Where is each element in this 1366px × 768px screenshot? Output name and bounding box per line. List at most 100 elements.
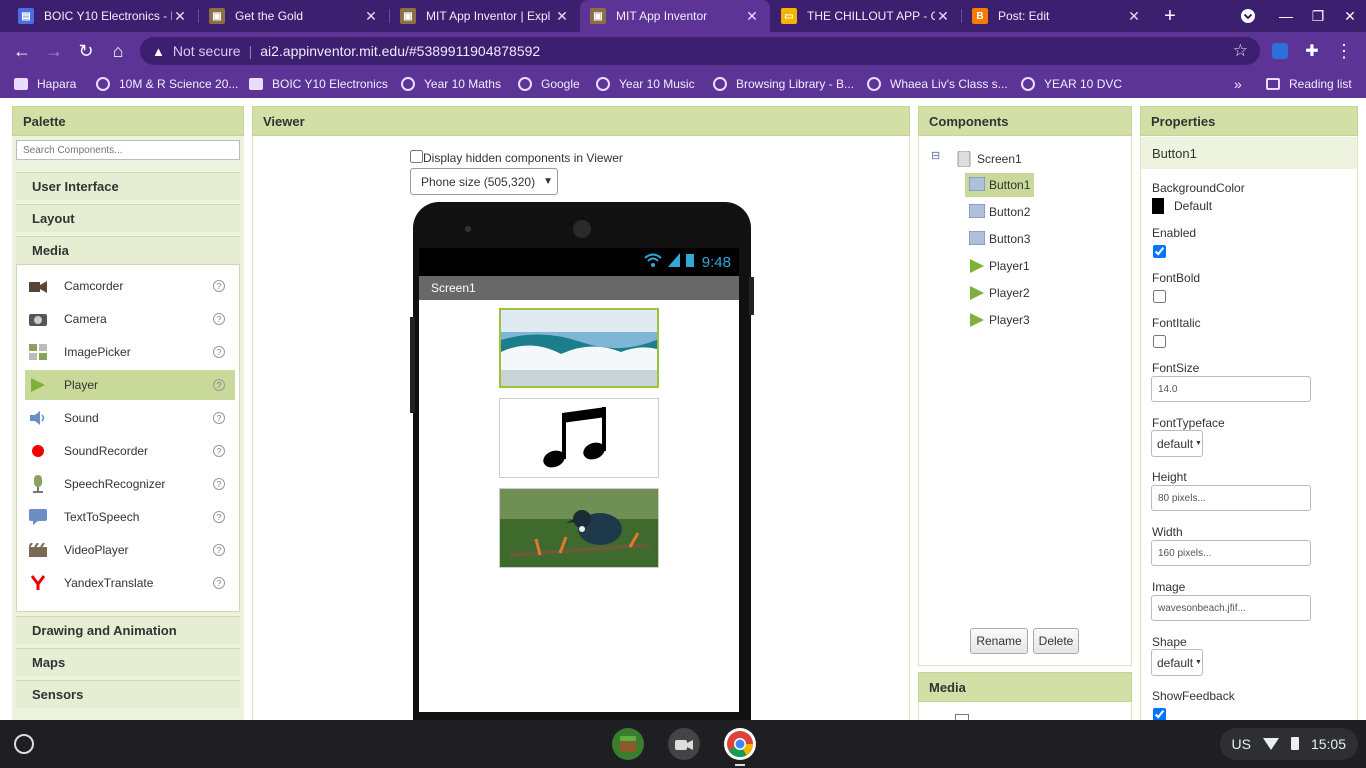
close-tab-icon[interactable]: ✕: [744, 8, 760, 25]
menu-icon[interactable]: ⋮: [1330, 37, 1358, 65]
category-maps[interactable]: Maps: [16, 648, 240, 676]
reading-list-button[interactable]: Reading list: [1266, 70, 1352, 98]
viewer-button2[interactable]: [499, 398, 659, 478]
rename-button[interactable]: Rename: [970, 628, 1028, 654]
category-layout[interactable]: Layout: [16, 204, 240, 232]
launcher-icon[interactable]: [14, 734, 34, 754]
help-icon[interactable]: ?: [213, 346, 225, 358]
tab-boic-electronics[interactable]: ▤ BOIC Y10 Electronics - F ✕: [8, 0, 198, 32]
category-media[interactable]: Media: [16, 236, 240, 264]
system-tray[interactable]: US 15:05: [1219, 728, 1358, 760]
palette-item-player[interactable]: Player ?: [25, 370, 235, 400]
image-input[interactable]: wavesonbeach.jfif...: [1151, 595, 1311, 621]
forward-icon[interactable]: →: [40, 37, 68, 65]
reload-icon[interactable]: ↻: [72, 37, 100, 65]
close-tab-icon[interactable]: ✕: [172, 8, 188, 25]
bookmark-browsing-library[interactable]: Browsing Library - B...: [713, 70, 854, 98]
tree-item-button1[interactable]: Button1: [965, 173, 1035, 197]
font-typeface-dropdown[interactable]: default ▼: [1151, 430, 1203, 457]
palette-item-texttospeech[interactable]: TextToSpeech ?: [25, 502, 235, 532]
security-label[interactable]: Not secure: [173, 43, 241, 59]
bookmark-google[interactable]: Google: [518, 70, 580, 98]
category-drawing-animation[interactable]: Drawing and Animation: [16, 616, 240, 644]
delete-button[interactable]: Delete: [1033, 628, 1079, 654]
palette-item-videoplayer[interactable]: VideoPlayer ?: [25, 535, 235, 565]
palette-panel: Palette User Interface Layout Media Camc…: [12, 106, 244, 720]
extensions-puzzle-icon[interactable]: ✚: [1298, 37, 1326, 65]
category-user-interface[interactable]: User Interface: [16, 172, 240, 200]
bookmark-year10-dvc[interactable]: YEAR 10 DVC: [1021, 70, 1122, 98]
url-text[interactable]: ai2.appinventor.mit.edu/#538991190487859…: [260, 43, 540, 59]
chrome-app-icon[interactable]: [724, 728, 756, 760]
font-size-input[interactable]: 14.0: [1151, 376, 1311, 402]
palette-item-speechrecognizer[interactable]: SpeechRecognizer ?: [25, 469, 235, 499]
phone-speaker: [573, 220, 591, 238]
extension-icon[interactable]: [1266, 37, 1294, 65]
warning-icon[interactable]: ▲: [152, 44, 165, 59]
enabled-checkbox[interactable]: [1153, 245, 1166, 258]
font-italic-checkbox[interactable]: [1153, 335, 1166, 348]
bookmark-star-icon[interactable]: ☆: [1233, 41, 1248, 61]
phone-size-select[interactable]: Phone size (505,320) ▼: [410, 168, 558, 195]
font-bold-checkbox[interactable]: [1153, 290, 1166, 303]
tab-post-edit[interactable]: B Post: Edit ✕: [962, 0, 1152, 32]
palette-item-soundrecorder[interactable]: SoundRecorder ?: [25, 436, 235, 466]
help-icon[interactable]: ?: [213, 577, 225, 589]
bookmark-year10-maths[interactable]: Year 10 Maths: [401, 70, 501, 98]
back-icon[interactable]: ←: [8, 37, 36, 65]
help-icon[interactable]: ?: [213, 280, 225, 292]
viewer-button3[interactable]: [499, 488, 659, 568]
tree-item-player2[interactable]: Player2: [965, 281, 1034, 305]
tab-app-inventor[interactable]: ▣ MIT App Inventor ✕: [580, 0, 770, 32]
palette-item-camcorder[interactable]: Camcorder ?: [25, 271, 235, 301]
tab-chillout-app[interactable]: ▭ THE CHILLOUT APP - G ✕: [771, 0, 961, 32]
background-color-picker[interactable]: Default: [1152, 198, 1212, 214]
camera-app-icon[interactable]: [668, 728, 700, 760]
bookmark-whaea-liv[interactable]: Whaea Liv's Class s...: [867, 70, 1008, 98]
help-icon[interactable]: ?: [213, 379, 225, 391]
tab-app-inventor-explore[interactable]: ▣ MIT App Inventor | Expl ✕: [390, 0, 580, 32]
width-input[interactable]: 160 pixels...: [1151, 540, 1311, 566]
bookmark-year10-music[interactable]: Year 10 Music: [596, 70, 695, 98]
close-window-icon[interactable]: ✕: [1334, 0, 1366, 32]
display-hidden-checkbox[interactable]: [410, 150, 423, 163]
address-bar[interactable]: ▲ Not secure | ai2.appinventor.mit.edu/#…: [140, 37, 1260, 65]
close-tab-icon[interactable]: ✕: [554, 8, 570, 25]
tree-item-player3[interactable]: Player3: [965, 308, 1034, 332]
help-icon[interactable]: ?: [213, 445, 225, 457]
help-icon[interactable]: ?: [213, 313, 225, 325]
help-icon[interactable]: ?: [213, 412, 225, 424]
close-tab-icon[interactable]: ✕: [935, 8, 951, 25]
restore-icon[interactable]: ❐: [1302, 0, 1334, 32]
height-input[interactable]: 80 pixels...: [1151, 485, 1311, 511]
palette-item-camera[interactable]: Camera ?: [25, 304, 235, 334]
show-feedback-checkbox[interactable]: [1153, 708, 1166, 720]
close-tab-icon[interactable]: ✕: [1126, 8, 1142, 25]
palette-item-imagepicker[interactable]: ImagePicker ?: [25, 337, 235, 367]
bookmarks-overflow-button[interactable]: »: [1234, 70, 1242, 98]
help-icon[interactable]: ?: [213, 511, 225, 523]
tab-search-icon[interactable]: [1232, 0, 1264, 32]
palette-item-sound[interactable]: Sound ?: [25, 403, 235, 433]
collapse-tree-icon[interactable]: ⊟: [931, 149, 940, 162]
close-tab-icon[interactable]: ✕: [363, 8, 379, 25]
palette-search-input[interactable]: [16, 140, 240, 160]
help-icon[interactable]: ?: [213, 544, 225, 556]
tree-item-player1[interactable]: Player1: [965, 254, 1034, 278]
palette-item-yandextranslate[interactable]: YandexTranslate ?: [25, 568, 235, 598]
bookmark-boic-electronics[interactable]: BOIC Y10 Electronics: [249, 70, 388, 98]
bookmark-science[interactable]: 10M & R Science 20...: [96, 70, 238, 98]
tree-item-button3[interactable]: Button3: [965, 227, 1034, 251]
bookmark-hapara[interactable]: Hapara: [14, 70, 76, 98]
tab-get-the-gold[interactable]: ▣ Get the Gold ✕: [199, 0, 389, 32]
new-tab-button[interactable]: +: [1154, 0, 1186, 32]
home-icon[interactable]: ⌂: [104, 37, 132, 65]
minecraft-app-icon[interactable]: [612, 728, 644, 760]
shape-dropdown[interactable]: default ▼: [1151, 649, 1203, 676]
help-icon[interactable]: ?: [213, 478, 225, 490]
tree-item-button2[interactable]: Button2: [965, 200, 1034, 224]
category-sensors[interactable]: Sensors: [16, 680, 240, 708]
tree-item-screen1[interactable]: Screen1: [953, 147, 1026, 171]
minimize-icon[interactable]: —: [1270, 0, 1302, 32]
viewer-button1[interactable]: [499, 308, 659, 388]
